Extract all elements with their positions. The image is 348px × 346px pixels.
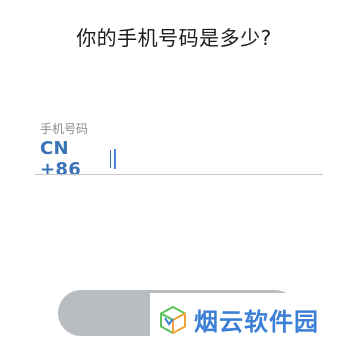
watermark-text: 烟云软件园 bbox=[194, 308, 319, 336]
text-cursor bbox=[114, 149, 116, 169]
cube-logo-icon bbox=[160, 305, 186, 334]
phone-field[interactable]: CN +86 bbox=[40, 138, 322, 180]
phone-number-input[interactable] bbox=[122, 146, 322, 172]
country-code-separator bbox=[110, 150, 112, 168]
page-title: 你的手机号码是多少? bbox=[76, 26, 272, 50]
phone-field-label: 手机号码 bbox=[40, 122, 89, 136]
phone-entry-screen: 你的手机号码是多少? 手机号码 CN +86 烟云软件园 bbox=[0, 0, 348, 346]
watermark: 烟云软件园 bbox=[150, 293, 348, 346]
phone-field-underline bbox=[35, 174, 323, 175]
